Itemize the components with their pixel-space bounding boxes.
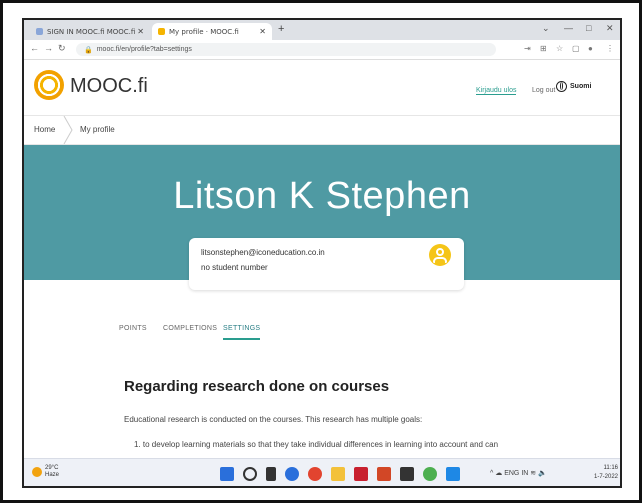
research-title: Regarding research done on courses bbox=[124, 378, 390, 395]
weather-text: 29°C Haze bbox=[45, 465, 59, 479]
avatar-icon bbox=[429, 244, 451, 266]
research-list-item: 1. to develop learning materials so that… bbox=[134, 440, 499, 449]
mail-icon[interactable] bbox=[446, 467, 460, 481]
tab-completions[interactable]: COMPLETIONS bbox=[163, 325, 217, 338]
chrome-icon[interactable] bbox=[308, 467, 322, 481]
tab-favicon-icon bbox=[36, 28, 43, 35]
tab-search-icon[interactable]: ⌄ bbox=[542, 23, 550, 34]
url-text: mooc.fi/en/profile?tab=settings bbox=[96, 46, 192, 53]
search-icon[interactable] bbox=[243, 467, 257, 481]
profile-email: litsonstephen@iconeducation.co.in bbox=[201, 248, 325, 257]
windows-taskbar: 29°C Haze ^ ☁ ENG IN ≋ 🔈 11:16 1-7-2022 bbox=[24, 458, 620, 486]
tab-title: SIGN IN MOOC.fi MOOC.fi bbox=[47, 27, 136, 36]
address-bar: ← → ↻ 🔒 mooc.fi/en/profile?tab=settings … bbox=[24, 40, 620, 60]
taskbar-apps bbox=[220, 467, 460, 481]
time: 11:16 bbox=[603, 465, 619, 471]
close-tab-icon[interactable]: ✕ bbox=[259, 27, 266, 36]
back-icon[interactable]: ← bbox=[30, 43, 39, 53]
reload-icon[interactable]: ↻ bbox=[58, 43, 66, 54]
task-view-icon[interactable] bbox=[266, 467, 276, 481]
weather-widget[interactable]: 29°C Haze bbox=[32, 465, 59, 479]
tab-settings[interactable]: SETTINGS bbox=[223, 325, 261, 340]
student-number: no student number bbox=[201, 263, 268, 272]
tray-lang: ENG IN bbox=[504, 470, 529, 477]
language-switcher[interactable]: Suomi bbox=[556, 81, 591, 92]
tab-favicon-icon bbox=[158, 28, 165, 35]
system-tray[interactable]: ^ ☁ ENG IN ≋ 🔈 bbox=[490, 469, 547, 477]
powerpoint-icon[interactable] bbox=[377, 467, 391, 481]
edge-icon[interactable] bbox=[285, 467, 299, 481]
close-tab-icon[interactable]: ✕ bbox=[137, 27, 144, 36]
profile-card: litsonstephen@iconeducation.co.in no stu… bbox=[189, 238, 464, 290]
bookmark-star-icon[interactable]: ☆ bbox=[556, 44, 563, 53]
maximize-icon[interactable]: □ bbox=[586, 23, 591, 33]
start-icon[interactable] bbox=[220, 467, 234, 481]
browser-tab-bar: SIGN IN MOOC.fi MOOC.fi ✕ My profile · M… bbox=[24, 20, 620, 40]
browser-tab-profile[interactable]: My profile · MOOC.fi ✕ bbox=[152, 23, 272, 40]
close-window-icon[interactable]: ✕ bbox=[606, 23, 614, 34]
wifi-icon: ≋ bbox=[530, 470, 539, 477]
browser-tab-signin[interactable]: SIGN IN MOOC.fi MOOC.fi ✕ bbox=[30, 23, 150, 40]
logout-link-fi[interactable]: Kirjaudu ulos bbox=[476, 87, 517, 95]
profile-name: Litson K Stephen bbox=[173, 175, 471, 217]
breadcrumb: Home My profile bbox=[24, 116, 620, 145]
tab-points[interactable]: POINTS bbox=[119, 325, 147, 338]
language-label: Suomi bbox=[570, 83, 592, 90]
logout-link[interactable]: Log out bbox=[532, 87, 555, 94]
weather-temp: 29°C bbox=[45, 465, 59, 471]
chrome-alt-icon[interactable] bbox=[423, 467, 437, 481]
breadcrumb-home[interactable]: Home bbox=[34, 125, 55, 134]
cloud-icon: ☁ bbox=[495, 470, 505, 477]
site-header: MOOC.fi Kirjaudu ulos Log out Suomi bbox=[24, 60, 620, 116]
profile-icon[interactable]: ● bbox=[588, 44, 593, 53]
globe-icon bbox=[556, 81, 567, 92]
file-explorer-icon[interactable] bbox=[331, 467, 345, 481]
date: 1-7-2022 bbox=[594, 474, 619, 480]
share-icon[interactable]: ⇥ bbox=[524, 44, 531, 53]
volume-icon: 🔈 bbox=[538, 470, 547, 477]
tray-chevron-icon: ^ bbox=[490, 470, 494, 477]
mooc-logo-icon[interactable] bbox=[34, 70, 64, 100]
forward-icon[interactable]: → bbox=[44, 43, 53, 53]
sun-icon bbox=[32, 467, 42, 477]
app-icon[interactable] bbox=[400, 467, 414, 481]
office-icon[interactable] bbox=[354, 467, 368, 481]
breadcrumb-chevron-icon bbox=[63, 116, 73, 144]
screen: SIGN IN MOOC.fi MOOC.fi ✕ My profile · M… bbox=[22, 18, 622, 488]
new-tab-button[interactable]: + bbox=[278, 23, 284, 35]
site-brand[interactable]: MOOC.fi bbox=[70, 75, 148, 98]
extension-icon[interactable]: ⊞ bbox=[540, 44, 547, 53]
weather-desc: Haze bbox=[45, 472, 60, 478]
menu-icon[interactable]: ⋮ bbox=[606, 44, 614, 53]
lock-icon: 🔒 bbox=[84, 46, 93, 54]
minimize-icon[interactable]: — bbox=[564, 23, 573, 33]
breadcrumb-current[interactable]: My profile bbox=[80, 125, 115, 134]
taskbar-clock[interactable]: 11:16 1-7-2022 bbox=[594, 464, 618, 482]
research-paragraph: Educational research is conducted on the… bbox=[124, 415, 423, 424]
url-input[interactable]: 🔒 mooc.fi/en/profile?tab=settings bbox=[76, 43, 496, 56]
tab-title: My profile · MOOC.fi bbox=[169, 27, 239, 36]
sidebar-icon[interactable]: ▢ bbox=[572, 44, 580, 53]
